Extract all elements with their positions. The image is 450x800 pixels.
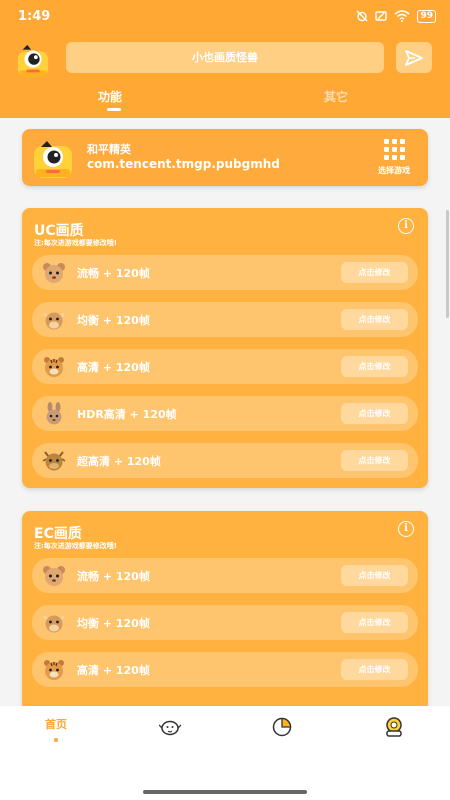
- uc-quality-panel: UC画质 注:每次进游戏都要修改哦! i 流畅 + 120帧 点击修改 均衡 +…: [22, 208, 428, 488]
- scrollbar[interactable]: [446, 210, 449, 318]
- quality-row[interactable]: 高清 + 120帧 点击修改: [32, 652, 418, 687]
- modify-button[interactable]: 点击修改: [341, 565, 408, 586]
- modify-button[interactable]: 点击修改: [341, 450, 408, 471]
- game-package-name: com.tencent.tmgp.pubgmhd: [87, 157, 280, 171]
- status-time: 1:49: [18, 8, 51, 24]
- tab-functions[interactable]: 功能: [98, 88, 122, 105]
- dragon-icon: [42, 451, 66, 471]
- quality-row[interactable]: 高清 + 120帧 点击修改: [32, 349, 418, 384]
- profile-icon: [386, 717, 402, 737]
- quality-label: HDR高清 + 120帧: [77, 408, 177, 421]
- quality-row[interactable]: 均衡 + 120帧 点击修改: [32, 302, 418, 337]
- wifi-icon: [394, 10, 410, 22]
- modify-button[interactable]: 点击修改: [341, 309, 408, 330]
- status-bar: 1:49 99: [0, 0, 450, 32]
- game-card: 和平精英 com.tencent.tmgp.pubgmhd 选择游戏: [22, 129, 428, 186]
- mouse-icon: [43, 263, 65, 283]
- quality-label: 流畅 + 120帧: [77, 570, 150, 583]
- nav-stats[interactable]: [252, 716, 312, 742]
- signal-icon: [375, 11, 388, 21]
- app-header: 小也画质怪兽 功能 其它: [0, 32, 450, 118]
- game-icon: [34, 141, 72, 178]
- ec-quality-panel: EC画质 注:每次进游戏都要修改哦! i 流畅 + 120帧 点击修改 均衡 +…: [22, 511, 428, 716]
- quality-row[interactable]: 流畅 + 120帧 点击修改: [32, 558, 418, 593]
- select-game-button[interactable]: 选择游戏: [370, 139, 418, 176]
- nav-discover[interactable]: [140, 716, 200, 742]
- panel-note: 注:每次进游戏都要修改哦!: [34, 542, 117, 550]
- grid-icon: [383, 139, 405, 160]
- game-title: 和平精英: [87, 143, 131, 156]
- battery-indicator: 99: [417, 9, 436, 23]
- alarm-off-icon: [356, 10, 368, 22]
- modify-button[interactable]: 点击修改: [341, 612, 408, 633]
- select-game-label: 选择游戏: [378, 166, 410, 175]
- bottom-nav: 首页: [0, 706, 450, 800]
- tiger-icon: [44, 660, 64, 680]
- tiger-icon: [44, 357, 64, 377]
- modify-button[interactable]: 点击修改: [341, 659, 408, 680]
- app-logo-icon: [17, 44, 49, 77]
- nav-home-label: 首页: [45, 718, 67, 731]
- panel-note: 注:每次进游戏都要修改哦!: [34, 239, 117, 247]
- modify-button[interactable]: 点击修改: [341, 262, 408, 283]
- info-icon[interactable]: i: [398, 218, 414, 234]
- rabbit-icon: [46, 402, 62, 425]
- tab-active-indicator: [107, 108, 121, 111]
- quality-row[interactable]: 流畅 + 120帧 点击修改: [32, 255, 418, 290]
- nav-home[interactable]: 首页: [26, 716, 86, 742]
- bird-icon: [158, 720, 182, 736]
- info-icon[interactable]: i: [398, 521, 414, 537]
- status-icons: 99: [356, 9, 436, 23]
- quality-label: 均衡 + 120帧: [77, 617, 150, 630]
- search-bar[interactable]: 小也画质怪兽: [66, 42, 384, 73]
- quality-row[interactable]: 均衡 + 120帧 点击修改: [32, 605, 418, 640]
- panel-title: UC画质: [34, 223, 84, 239]
- modify-button[interactable]: 点击修改: [341, 356, 408, 377]
- home-indicator[interactable]: [143, 790, 307, 794]
- tab-other[interactable]: 其它: [324, 88, 348, 105]
- ox-icon: [43, 615, 65, 633]
- quality-label: 高清 + 120帧: [77, 361, 150, 374]
- chart-icon: [272, 717, 292, 737]
- send-button[interactable]: [396, 42, 432, 73]
- quality-label: 均衡 + 120帧: [77, 314, 150, 327]
- quality-row[interactable]: HDR高清 + 120帧 点击修改: [32, 396, 418, 431]
- nav-profile[interactable]: [364, 716, 424, 742]
- quality-row[interactable]: 超高清 + 120帧 点击修改: [32, 443, 418, 478]
- quality-label: 超高清 + 120帧: [77, 455, 161, 468]
- ox-icon: [43, 312, 65, 330]
- mouse-icon: [43, 566, 65, 586]
- send-icon: [405, 49, 423, 66]
- quality-label: 流畅 + 120帧: [77, 267, 150, 280]
- quality-label: 高清 + 120帧: [77, 664, 150, 677]
- panel-title: EC画质: [34, 526, 82, 542]
- nav-active-dot: [54, 738, 58, 742]
- modify-button[interactable]: 点击修改: [341, 403, 408, 424]
